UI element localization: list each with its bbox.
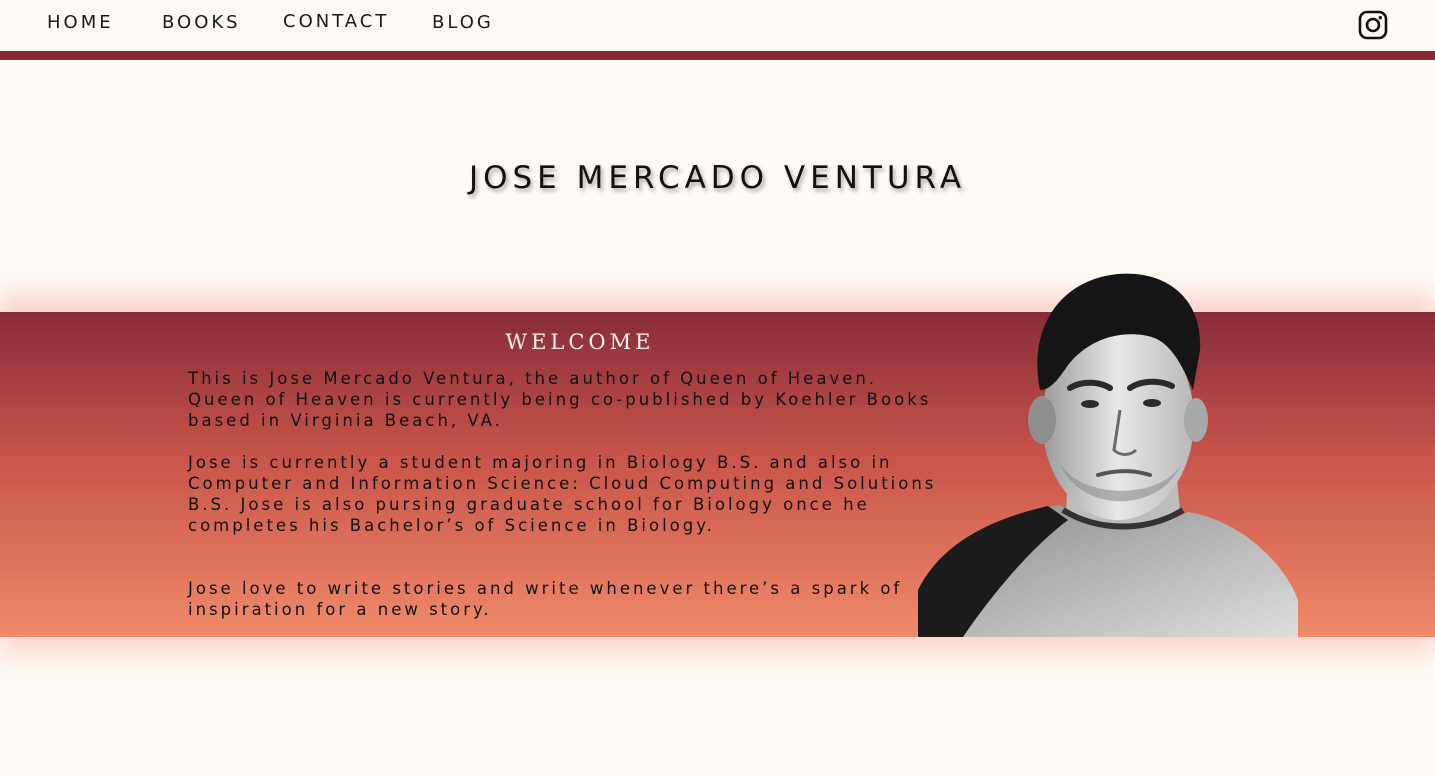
top-nav: HOME BOOKS CONTACT BLOG (0, 0, 1435, 51)
author-portrait (918, 273, 1298, 637)
nav-blog-link[interactable]: BLOG (432, 12, 494, 33)
nav-contact-link[interactable]: CONTACT (283, 11, 389, 32)
instagram-icon[interactable] (1358, 10, 1388, 40)
bio-paragraph: This is Jose Mercado Ventura, the author… (188, 369, 932, 430)
nav-books-link[interactable]: BOOKS (162, 12, 241, 33)
site-title: JOSE MERCADO VENTURA (468, 160, 967, 196)
nav-divider (0, 51, 1435, 60)
bio-paragraph: Jose love to write stories and write whe… (188, 579, 903, 619)
nav-home-link[interactable]: HOME (47, 12, 114, 33)
bio-paragraph: Jose is currently a student majoring in … (188, 453, 937, 535)
